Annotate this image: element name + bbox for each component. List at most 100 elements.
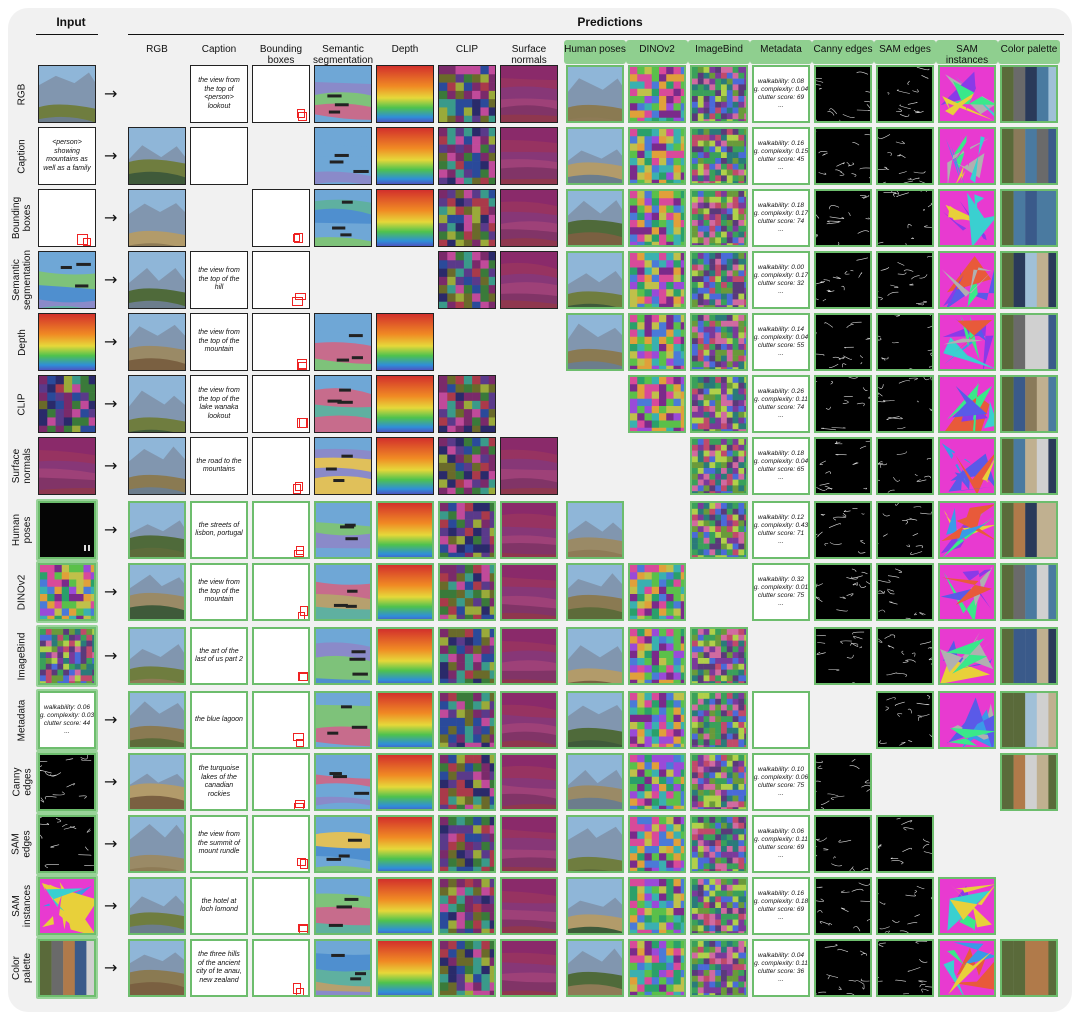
depth-map xyxy=(376,877,434,935)
imagebind-feature-map xyxy=(690,375,748,433)
input-cell xyxy=(38,313,96,371)
dinov2-feature-map xyxy=(628,251,686,309)
surface-normals-map xyxy=(500,251,558,309)
canny-edges-map xyxy=(814,251,872,309)
imagebind-feature-map xyxy=(690,877,748,935)
clip-feature-map xyxy=(438,251,496,309)
row-label: CLIP xyxy=(10,375,34,433)
column-header: Color palette xyxy=(1000,44,1058,55)
row-label-text: Color palette xyxy=(11,952,34,984)
imagebind-feature-map xyxy=(690,815,748,873)
depth-map xyxy=(376,65,434,123)
input-header: Input xyxy=(56,15,86,29)
depth-map xyxy=(376,189,434,247)
metadata-line: clutter score: 36 xyxy=(757,968,805,975)
semantic-segmentation-map xyxy=(314,189,372,247)
color-palette-swatches xyxy=(1000,501,1058,559)
metadata-line: clutter score: 55 xyxy=(757,342,805,349)
metadata-line: clutter score: 75 xyxy=(757,782,805,789)
column-header: Bounding boxes xyxy=(259,44,303,66)
dinov2-feature-map xyxy=(628,939,686,997)
semantic-segmentation-map xyxy=(314,939,372,997)
canny-edges-map xyxy=(814,501,872,559)
row-label: DINOv2 xyxy=(10,563,34,621)
metadata-line: ... xyxy=(778,538,784,545)
clip-feature-map xyxy=(438,627,496,685)
imagebind-feature-map xyxy=(690,627,748,685)
row-label-text: DINOv2 xyxy=(16,574,28,610)
column-header: Metadata xyxy=(760,44,802,55)
arrow-icon: → xyxy=(104,270,118,289)
prediction-cell: walkability: 0.18 g. complexity: 0.17 clut… xyxy=(752,189,810,247)
caption-text: the streets of lisbon, portugal xyxy=(195,521,243,538)
semantic-segmentation-map xyxy=(314,65,372,123)
sam-instances-map xyxy=(938,501,996,559)
metadata-line: g. complexity: 0.11 xyxy=(754,836,808,843)
row-label: Depth xyxy=(10,313,34,371)
metadata-line: ... xyxy=(778,914,784,921)
input-cell xyxy=(38,563,96,621)
input-caption-text: <person> showing mountains as well as a … xyxy=(43,139,91,172)
semantic-segmentation-map xyxy=(314,437,372,495)
column-header: Canny edges xyxy=(813,44,873,55)
prediction-cell: walkability: 0.10 g. complexity: 0.06 clut… xyxy=(752,753,810,811)
arrow-icon: → xyxy=(104,646,118,665)
metadata-line: g. complexity: 0.15 xyxy=(753,148,809,155)
dinov2-feature-map xyxy=(628,627,686,685)
input-cell xyxy=(38,501,96,559)
semantic-segmentation-map xyxy=(314,375,372,433)
prediction-cell: the view from the top of the lake wanaka… xyxy=(190,375,248,433)
prediction-cell: walkability: 0.00 g. complexity: 0.17 clut… xyxy=(752,251,810,309)
metadata-line: walkability: 0.16 xyxy=(758,140,804,147)
metadata-line: clutter score: 74 xyxy=(757,404,805,411)
arrow-icon: → xyxy=(104,208,118,227)
imagebind-feature-map xyxy=(690,437,748,495)
rgb-image xyxy=(128,939,186,997)
metadata-line: g. complexity: 0.06 xyxy=(753,774,809,781)
row-label: SAM edges xyxy=(10,815,34,873)
arrow-icon: → xyxy=(104,394,118,413)
metadata-line: walkability: 0.26 xyxy=(758,388,804,395)
prediction-cell: the road to the mountains xyxy=(190,437,248,495)
clip-feature-map xyxy=(438,939,496,997)
caption-text: the hotel at loch lomond xyxy=(200,897,238,914)
surface-normals-map xyxy=(500,877,558,935)
prediction-cell: the hotel at loch lomond xyxy=(190,877,248,935)
canny-edges-map xyxy=(814,313,872,371)
imagebind-feature-map xyxy=(690,753,748,811)
sam-instances-map xyxy=(938,189,996,247)
row-label-text: Surface normals xyxy=(11,448,33,484)
human-poses-image xyxy=(566,65,624,123)
metadata-line: ... xyxy=(778,350,784,357)
dinov2-feature-map xyxy=(628,375,686,433)
depth-map xyxy=(376,127,434,185)
semantic-segmentation-map xyxy=(314,627,372,685)
row-label: RGB xyxy=(10,65,34,123)
rgb-image xyxy=(128,691,186,749)
canny-edges-map xyxy=(814,815,872,873)
clip-feature-map xyxy=(438,753,496,811)
metadata-line: g. complexity: 0.17 xyxy=(753,272,809,279)
surface-normals-map xyxy=(500,691,558,749)
row-label: Canny edges xyxy=(10,753,34,811)
prediction-cell xyxy=(252,753,310,811)
sam-instances-map xyxy=(938,691,996,749)
clip-feature-map xyxy=(438,501,496,559)
metadata-line: g. complexity: 0.43 xyxy=(753,522,809,529)
arrow-icon: → xyxy=(104,834,118,853)
arrow-icon: → xyxy=(104,332,118,351)
metadata-line: g. complexity: 0.17 xyxy=(753,210,809,217)
human-poses-image xyxy=(566,877,624,935)
dinov2-feature-map xyxy=(628,65,686,123)
depth-map xyxy=(376,815,434,873)
clip-feature-map xyxy=(438,65,496,123)
input-header-rule xyxy=(36,34,98,35)
prediction-cell xyxy=(252,251,310,309)
imagebind-feature-map xyxy=(690,501,748,559)
prediction-cell: the three hills of the ancient city of t… xyxy=(190,939,248,997)
sam-edges-map xyxy=(876,691,934,749)
metadata-line: walkability: 0.06 xyxy=(758,828,804,835)
clip-feature-map xyxy=(438,563,496,621)
input-cell xyxy=(38,877,96,935)
canny-edges-map xyxy=(814,627,872,685)
